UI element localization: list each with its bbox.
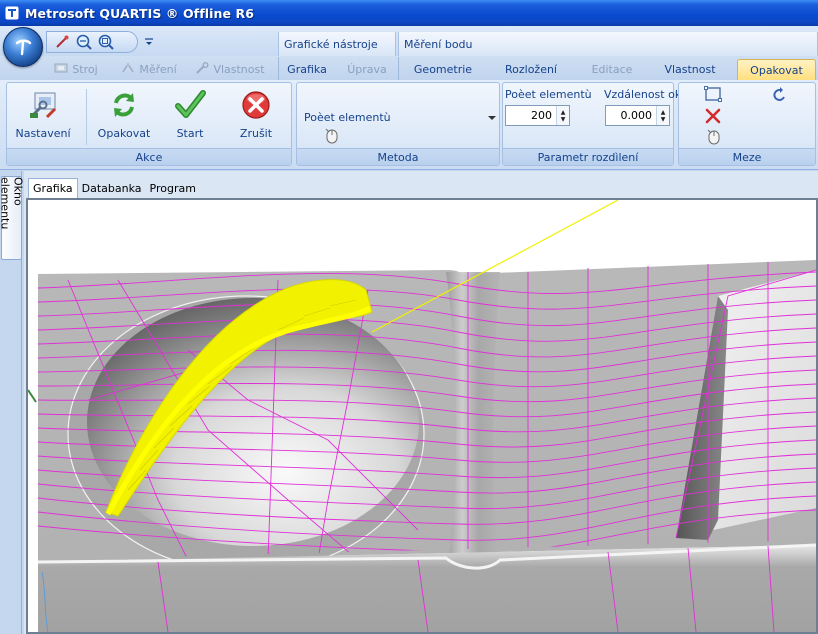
tab-divider [398, 57, 399, 80]
start-button[interactable]: Start [161, 86, 219, 144]
quick-access-toolbar [46, 31, 138, 53]
nastaveni-button[interactable]: Nastavení [14, 86, 72, 144]
tab-label: Opakovat [750, 63, 803, 77]
doc-tab-databanka[interactable]: Databanka [78, 179, 146, 198]
distance-spinner[interactable]: 0.000 ▲ ▼ [605, 105, 670, 126]
side-tab-okno-elementu[interactable]: Okno elementu [0, 176, 25, 260]
window-title: Metrosoft QUARTIS ® Offline R6 [25, 5, 255, 21]
count-value: 200 [531, 109, 552, 122]
checkmark-icon [173, 88, 207, 122]
tab-label: Geometrie [413, 63, 473, 76]
tab-label: Stroj [72, 63, 98, 76]
tab-opakovat[interactable]: Opakovat [737, 59, 816, 80]
settings-tools-icon [26, 88, 60, 122]
context-group-graficke-nastroje: Grafické nástroje [278, 32, 396, 56]
tab-geometrie[interactable]: Geometrie [408, 59, 478, 80]
doc-tab-program[interactable]: Program [146, 179, 200, 198]
doc-tab-label: Databanka [81, 182, 142, 195]
delete-x-icon[interactable] [705, 108, 721, 127]
tab-vlastnost-disabled[interactable]: Vlastnost [194, 59, 266, 80]
tab-divider [278, 57, 279, 80]
group-label: Metoda [297, 148, 499, 165]
opakovat-button[interactable]: Opakovat [95, 86, 153, 144]
tab-label: Vlastnost [213, 63, 265, 76]
tab-label: Vlastnost [664, 63, 716, 76]
tab-label: Úprava [347, 63, 387, 76]
machine-icon [54, 62, 68, 77]
app-orb-icon[interactable] [3, 27, 43, 67]
button-label: Start [176, 127, 204, 140]
tab-uprava[interactable]: Úprava [344, 59, 390, 80]
count-spinner[interactable]: 200 ▲ ▼ [505, 105, 570, 126]
group-label: Akce [7, 148, 291, 165]
spinner-arrows-icon[interactable]: ▲ ▼ [556, 106, 569, 125]
tab-editace[interactable]: Editace [584, 59, 640, 80]
metoda-dropdown-value: Poèet elementù [304, 110, 391, 124]
wrench-icon [195, 62, 209, 77]
tab-rozlozeni[interactable]: Rozložení [500, 59, 562, 80]
group-akce: Nastavení Opakovat Start Zrušit Akce [6, 82, 292, 166]
repeat-arrows-icon [107, 88, 141, 122]
dropdown-arrow-icon[interactable] [142, 33, 156, 51]
tab-label: Grafika [287, 63, 327, 76]
count-label: Poèet elementù [505, 88, 592, 101]
metoda-dropdown[interactable]: Poèet elementù [304, 109, 496, 125]
app-icon [4, 5, 20, 21]
tab-vlastnost[interactable]: Vlastnost [656, 59, 724, 80]
tab-stroj[interactable]: Stroj [48, 59, 104, 80]
mouse-icon[interactable] [324, 127, 340, 148]
doc-tab-label: Program [149, 182, 196, 195]
cad-part-render [28, 200, 816, 632]
spinner-arrows-icon[interactable]: ▲ ▼ [656, 106, 669, 125]
mouse-icon[interactable] [706, 128, 722, 149]
button-label: Nastavení [15, 127, 71, 140]
side-tab-label: Okno elementu [0, 177, 25, 230]
probe-icon[interactable] [53, 33, 71, 51]
zrusit-button[interactable]: Zrušit [227, 86, 285, 144]
context-group-label: Grafické nástroje [284, 37, 378, 51]
context-group-mereni-bodu: Měření bodu [398, 32, 818, 56]
group-divider [86, 89, 87, 145]
tab-label: Měření [139, 63, 177, 76]
group-meze: Meze [678, 82, 816, 166]
measure-icon [121, 62, 135, 77]
button-label: Opakovat [97, 127, 151, 140]
distance-value: 0.000 [620, 109, 653, 122]
cancel-x-icon [239, 88, 273, 122]
boundary-rect-icon[interactable] [704, 86, 722, 105]
context-group-label: Měření bodu [404, 37, 473, 51]
doc-tab-grafika[interactable]: Grafika [28, 178, 78, 198]
tab-label: Editace [591, 63, 633, 76]
document-tabs: Grafika Databanka Program [28, 178, 200, 198]
tab-grafika[interactable]: Grafika [282, 59, 332, 80]
group-label: Meze [679, 148, 815, 165]
undo-curve-icon[interactable] [772, 87, 788, 104]
chevron-down-icon [488, 111, 496, 124]
axis-marker [28, 389, 37, 403]
doc-tab-label: Grafika [33, 182, 73, 195]
title-bar: Metrosoft QUARTIS ® Offline R6 [0, 0, 818, 26]
tab-label: Rozložení [504, 63, 557, 76]
zoom-fit-icon[interactable] [97, 33, 115, 51]
zoom-icon[interactable] [75, 33, 93, 51]
group-label: Parametr rozdìlení [503, 148, 673, 165]
button-label: Zrušit [239, 127, 273, 140]
tab-mereni[interactable]: Měření [118, 59, 180, 80]
graphics-viewport[interactable] [26, 198, 818, 634]
distance-label: Vzdálenost ok [604, 88, 682, 101]
